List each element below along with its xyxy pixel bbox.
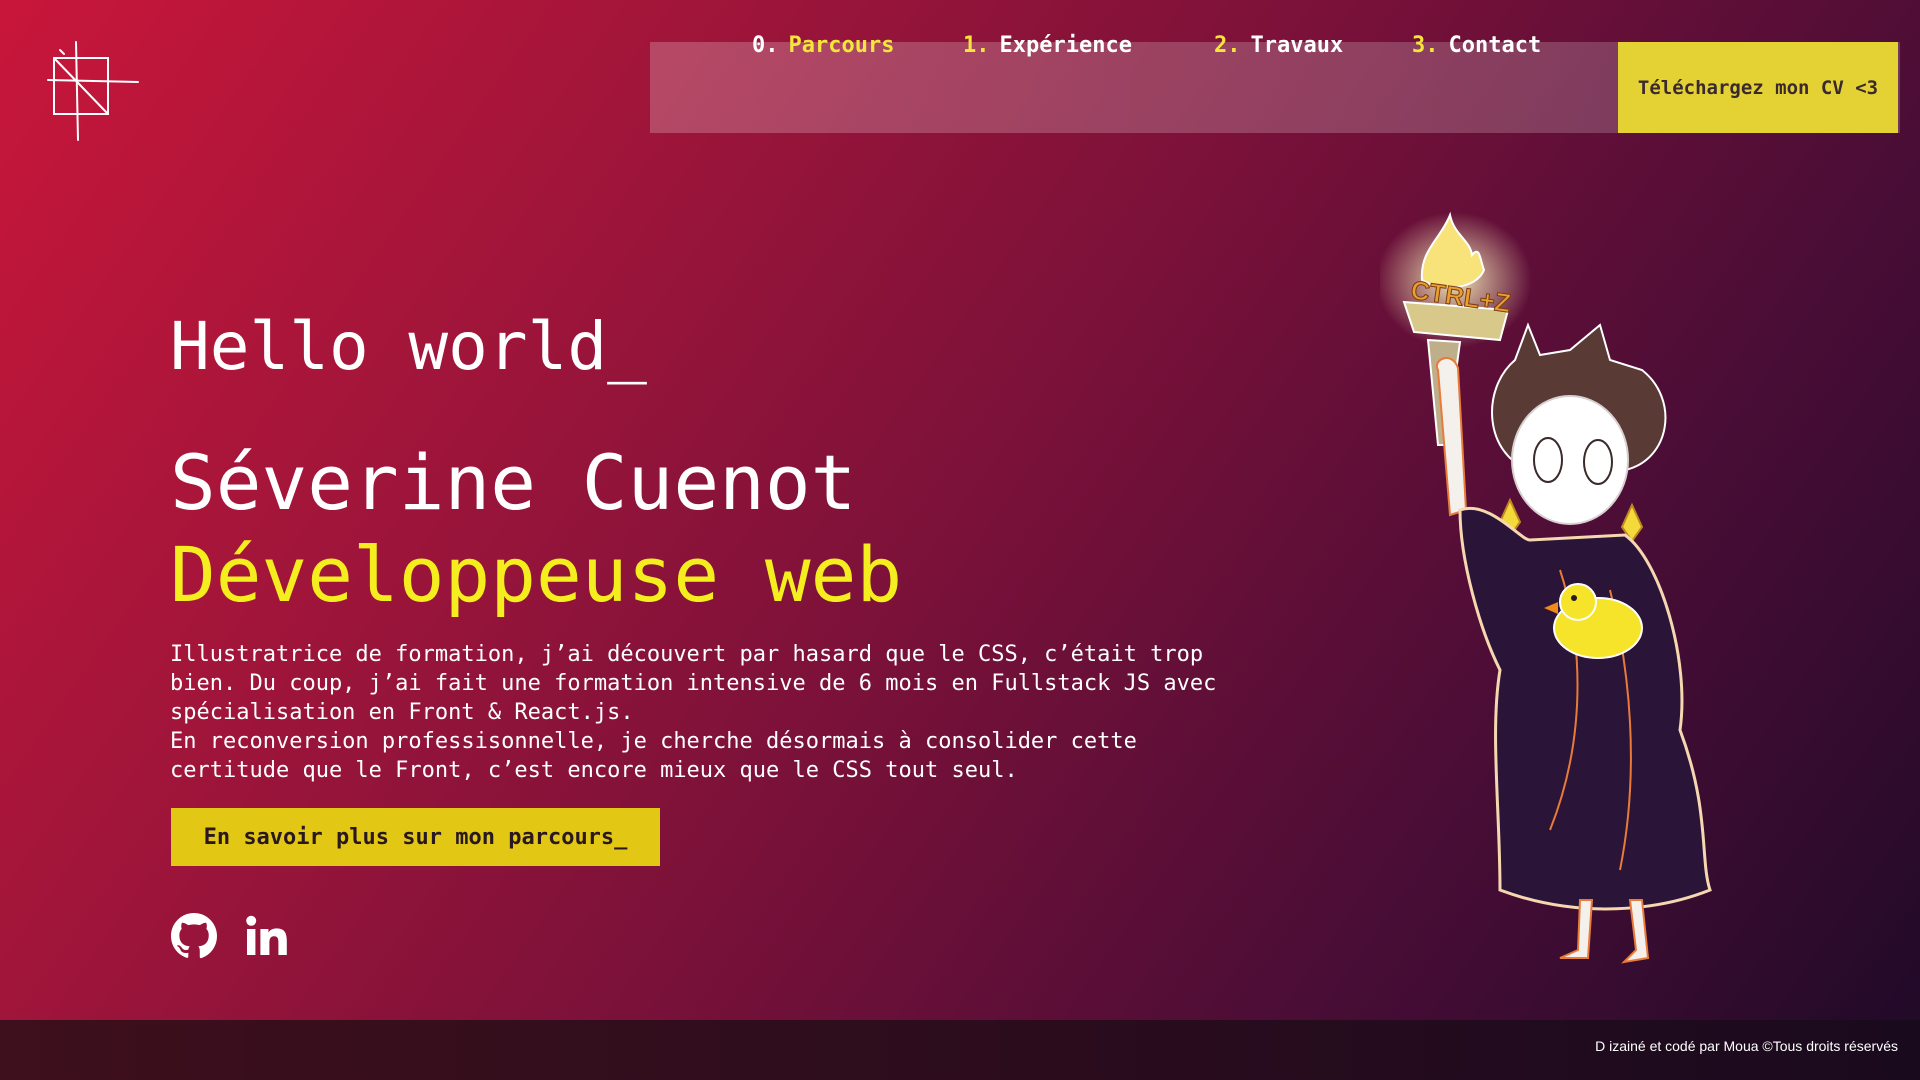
bio-line: En reconversion professisonnelle, je che…	[170, 729, 1137, 754]
nav-item-number: 3.	[1412, 33, 1439, 58]
github-icon[interactable]	[170, 912, 218, 960]
nav-item-experience[interactable]: 1. Expérience	[963, 0, 1132, 91]
linkedin-icon[interactable]	[242, 912, 290, 960]
nav-item-label: Contact	[1448, 33, 1542, 58]
nav-item-number: 2.	[1214, 33, 1241, 58]
learn-more-button[interactable]: En savoir plus sur mon parcours_	[171, 808, 660, 866]
bio-line: Illustratrice de formation, j’ai découve…	[170, 642, 1204, 667]
nav-item-parcours[interactable]: 0. Parcours	[752, 0, 894, 91]
download-cv-button[interactable]: Téléchargez mon CV <3	[1618, 42, 1898, 133]
footer-credit: D izainé et codé par Moua ©Tous droits r…	[1595, 1038, 1898, 1054]
nav-item-travaux[interactable]: 2. Travaux	[1214, 0, 1343, 91]
footer: D izainé et codé par Moua ©Tous droits r…	[0, 1020, 1920, 1080]
bio-line: certitude que le Front, c’est encore mie…	[170, 758, 1018, 783]
nav-item-label: Expérience	[999, 33, 1132, 58]
greeting-heading: Hello world_	[170, 308, 647, 385]
logo[interactable]	[46, 40, 140, 142]
name-heading: Séverine Cuenot	[170, 438, 857, 527]
bio-text: Illustratrice de formation, j’ai découve…	[170, 640, 1230, 785]
nav-item-label: Travaux	[1250, 33, 1344, 58]
nav-item-contact[interactable]: 3. Contact	[1412, 0, 1541, 91]
bio-line: bien. Du coup, j’ai fait une formation i…	[170, 671, 1217, 696]
role-heading: Développeuse web	[170, 530, 903, 619]
nav-item-label: Parcours	[788, 33, 895, 58]
character-illustration: CTRL+Z	[1380, 211, 1712, 964]
nav-item-number: 0.	[752, 33, 779, 58]
nav-item-number: 1.	[963, 33, 990, 58]
bio-line: spécialisation en Front & React.js.	[170, 700, 634, 725]
